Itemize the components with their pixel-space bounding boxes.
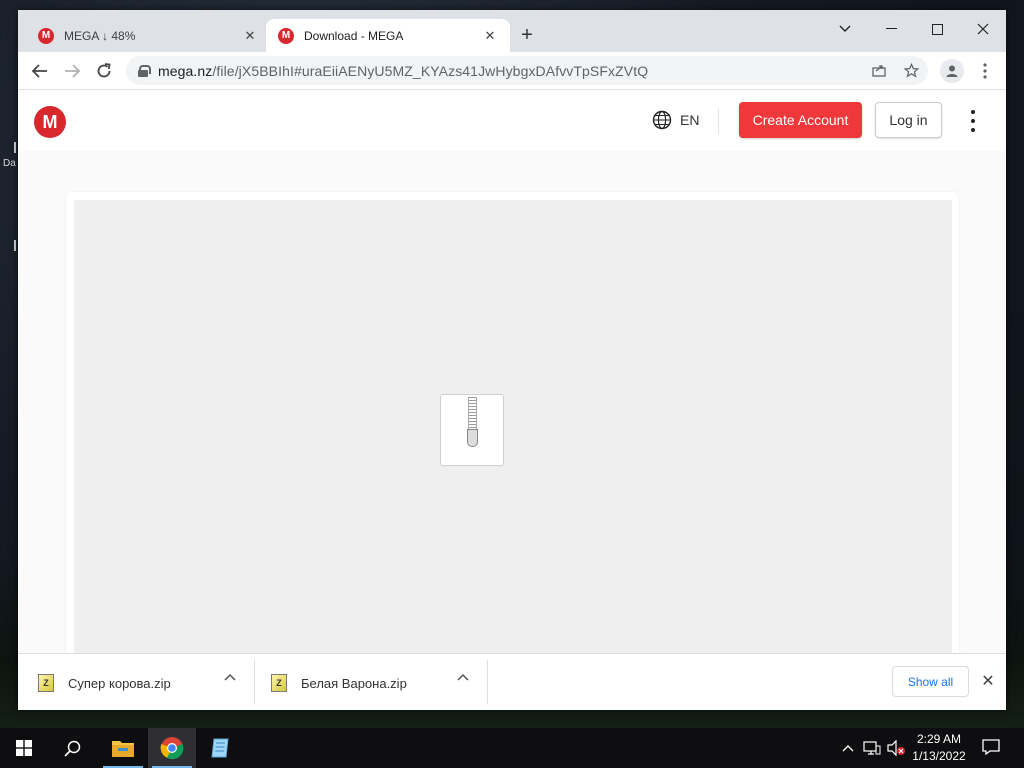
search-icon[interactable] bbox=[48, 728, 96, 768]
system-clock[interactable]: 2:29 AM 1/13/2022 bbox=[904, 731, 974, 765]
download-divider bbox=[487, 660, 488, 704]
tab-mega-progress[interactable]: M MEGA ↓ 48% ✕ bbox=[26, 19, 270, 52]
create-account-button[interactable]: Create Account bbox=[739, 102, 862, 138]
tab-search-dropdown-icon[interactable] bbox=[822, 14, 868, 44]
clock-date: 1/13/2022 bbox=[912, 749, 966, 763]
new-tab-button[interactable]: + bbox=[516, 24, 538, 46]
tab-strip: M MEGA ↓ 48% ✕ M Download - MEGA ✕ + bbox=[18, 10, 1006, 52]
browser-toolbar: mega.nz/file/jX5BBIhI#uraEiiAENyU5MZ_KYA… bbox=[18, 52, 1006, 90]
mega-favicon-icon: M bbox=[278, 27, 294, 44]
download-shelf: Z Супер корова.zip Z Белая Варона.zip Sh… bbox=[18, 653, 1006, 710]
notification-center-icon[interactable] bbox=[982, 738, 1002, 758]
download-divider bbox=[254, 660, 255, 704]
mega-favicon-icon: M bbox=[38, 27, 54, 44]
zip-archive-icon: Z bbox=[271, 674, 287, 692]
login-button[interactable]: Log in bbox=[875, 102, 942, 138]
download-filename: Супер корова.zip bbox=[68, 675, 171, 691]
language-code: EN bbox=[680, 112, 700, 128]
download-filename: Белая Варона.zip bbox=[301, 675, 407, 691]
tab-download-mega[interactable]: M Download - MEGA ✕ bbox=[266, 19, 510, 52]
tab-close-icon[interactable]: ✕ bbox=[242, 28, 258, 44]
start-windows-icon[interactable] bbox=[0, 728, 48, 768]
desktop-icon-label: Da bbox=[3, 158, 16, 169]
tab-close-icon[interactable]: ✕ bbox=[482, 28, 498, 44]
clock-time: 2:29 AM bbox=[916, 732, 962, 746]
tab-title: Download - MEGA bbox=[304, 28, 404, 43]
lock-icon[interactable] bbox=[138, 64, 151, 77]
reload-button[interactable] bbox=[92, 59, 116, 83]
file-explorer-icon[interactable] bbox=[99, 728, 147, 768]
volume-muted-icon[interactable] bbox=[886, 738, 906, 758]
maximize-button[interactable] bbox=[914, 14, 960, 44]
zip-archive-icon: Z bbox=[38, 674, 54, 692]
chevron-up-icon[interactable] bbox=[838, 738, 858, 758]
browser-menu-icon[interactable] bbox=[973, 59, 997, 83]
tab-title: MEGA ↓ 48% bbox=[64, 28, 136, 43]
minimize-button[interactable] bbox=[868, 14, 914, 44]
browser-window: M MEGA ↓ 48% ✕ M Download - MEGA ✕ + meg… bbox=[18, 10, 1006, 710]
download-item[interactable]: Z Супер корова.zip bbox=[38, 660, 238, 706]
desktop-icon-fragment bbox=[14, 142, 16, 153]
network-icon[interactable] bbox=[862, 738, 882, 758]
download-item[interactable]: Z Белая Варона.zip bbox=[271, 660, 471, 706]
mega-logo[interactable]: M bbox=[34, 106, 66, 138]
back-button[interactable] bbox=[28, 59, 52, 83]
globe-icon bbox=[652, 110, 672, 130]
address-bar[interactable]: mega.nz/file/jX5BBIhI#uraEiiAENyU5MZ_KYA… bbox=[126, 56, 928, 85]
chevron-up-icon[interactable] bbox=[454, 668, 472, 686]
profile-avatar-icon[interactable] bbox=[940, 59, 964, 83]
mega-page: M EN Create Account Log in bbox=[18, 90, 1006, 653]
forward-button[interactable] bbox=[60, 59, 84, 83]
chevron-up-icon[interactable] bbox=[221, 668, 239, 686]
mega-header: M EN Create Account Log in bbox=[18, 90, 1006, 151]
url-text: mega.nz/file/jX5BBIhI#uraEiiAENyU5MZ_KYA… bbox=[158, 62, 649, 79]
more-options-icon[interactable] bbox=[963, 110, 983, 132]
share-icon[interactable] bbox=[868, 59, 890, 81]
notepad-icon[interactable] bbox=[196, 728, 244, 768]
window-close-button[interactable] bbox=[960, 14, 1006, 44]
close-shelf-icon[interactable]: ✕ bbox=[978, 671, 998, 691]
chrome-icon[interactable] bbox=[148, 728, 196, 768]
zip-file-icon bbox=[440, 394, 504, 466]
header-divider bbox=[718, 108, 719, 134]
show-all-downloads-button[interactable]: Show all bbox=[892, 666, 969, 697]
language-selector[interactable]: EN bbox=[652, 110, 699, 130]
taskbar: 2:29 AM 1/13/2022 bbox=[0, 728, 1024, 768]
bookmark-star-icon[interactable] bbox=[900, 59, 922, 81]
file-preview-area bbox=[74, 200, 952, 653]
desktop-icon-fragment bbox=[14, 240, 16, 251]
